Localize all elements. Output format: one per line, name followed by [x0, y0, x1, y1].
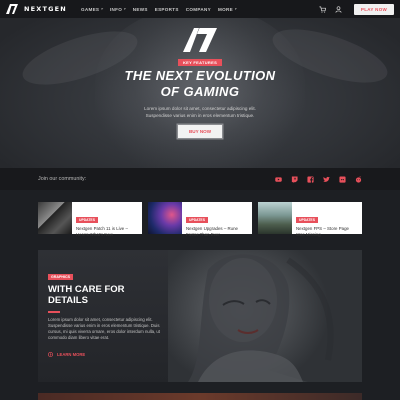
news-card[interactable]: UPDATES Nextgen FPS – Store Page Was Mis…: [258, 202, 362, 237]
discord-icon[interactable]: [339, 175, 346, 183]
chevron-down-icon: ▾: [234, 7, 237, 11]
brand-name[interactable]: NEXTGEN: [24, 5, 67, 13]
arrow-circle-icon: [48, 352, 53, 357]
menu-item-more[interactable]: MORE ▾: [218, 7, 237, 12]
news-title[interactable]: Nextgen FPS – Store Page Was Missing: [296, 226, 358, 237]
chevron-down-icon: ▾: [123, 7, 126, 11]
news-tag: UPDATES: [76, 217, 98, 223]
portrait-illustration: [188, 254, 334, 382]
news-title[interactable]: Nextgen Patch 11 is Live – Here's What's…: [76, 226, 138, 237]
hero-logo-icon: [183, 28, 217, 52]
play-now-button[interactable]: PLAY NOW: [354, 3, 394, 15]
divider: [48, 311, 60, 313]
nav-icons: [319, 5, 342, 13]
menu-item-games[interactable]: GAMES ▾: [81, 7, 103, 12]
learn-more-link[interactable]: LEARN MORE: [48, 352, 85, 357]
logo-icon[interactable]: [6, 4, 18, 14]
news-thumbnail: [148, 202, 182, 234]
hero-banner: KEY FEATURES THE NEXT EVOLUTION OF GAMIN…: [0, 18, 400, 168]
chevron-down-icon: ▾: [100, 7, 103, 11]
feature-image: [168, 250, 362, 382]
main-menu: GAMES ▾ INFO ▾ NEWS ESPORTS COMPANY MORE ▾: [81, 7, 237, 12]
facebook-icon[interactable]: [307, 175, 314, 183]
news-tag: UPDATES: [186, 217, 208, 223]
menu-item-esports[interactable]: ESPORTS: [155, 7, 179, 12]
buy-now-button[interactable]: BUY NOW: [178, 125, 222, 138]
feature-title: WITH CARE FOR DETAILS: [48, 284, 125, 306]
twitch-icon[interactable]: [291, 175, 298, 183]
news-thumbnail: [38, 202, 72, 234]
community-bar: Join our community:: [0, 168, 400, 190]
feature-section: GRAPHICS WITH CARE FOR DETAILS Lorem ips…: [38, 250, 362, 382]
news-title[interactable]: Nextgen Upgrades – Rune Faster Than Ever: [186, 226, 248, 237]
community-label: Join our community:: [38, 176, 87, 182]
reddit-icon[interactable]: [355, 175, 362, 183]
menu-item-news[interactable]: NEWS: [133, 7, 148, 12]
feature-text-panel: GRAPHICS WITH CARE FOR DETAILS Lorem ips…: [38, 250, 168, 382]
news-card[interactable]: UPDATES Nextgen Upgrades – Rune Faster T…: [148, 202, 252, 237]
hero-title: THE NEXT EVOLUTION OF GAMING: [124, 68, 276, 99]
news-thumbnail: [258, 202, 292, 234]
cart-icon[interactable]: [319, 6, 326, 13]
feature-tag: GRAPHICS: [48, 274, 73, 280]
twitter-icon[interactable]: [323, 176, 330, 183]
top-navbar: NEXTGEN GAMES ▾ INFO ▾ NEWS ESPORTS COMPAN…: [0, 0, 400, 18]
menu-item-info[interactable]: INFO ▾: [110, 7, 126, 12]
youtube-icon[interactable]: [275, 176, 282, 183]
menu-item-company[interactable]: COMPANY: [186, 7, 211, 12]
user-icon[interactable]: [335, 5, 342, 13]
news-card[interactable]: UPDATES Nextgen Patch 11 is Live – Here'…: [38, 202, 142, 237]
key-features-badge: KEY FEATURES: [178, 59, 222, 66]
social-links: [275, 175, 362, 183]
feature-description: Lorem ipsum dolor sit amet, consectetur …: [48, 317, 161, 340]
next-section-preview: [38, 393, 362, 400]
news-tag: UPDATES: [296, 217, 318, 223]
hero-description: Lorem ipsum dolor sit amet, consectetur …: [144, 106, 256, 118]
